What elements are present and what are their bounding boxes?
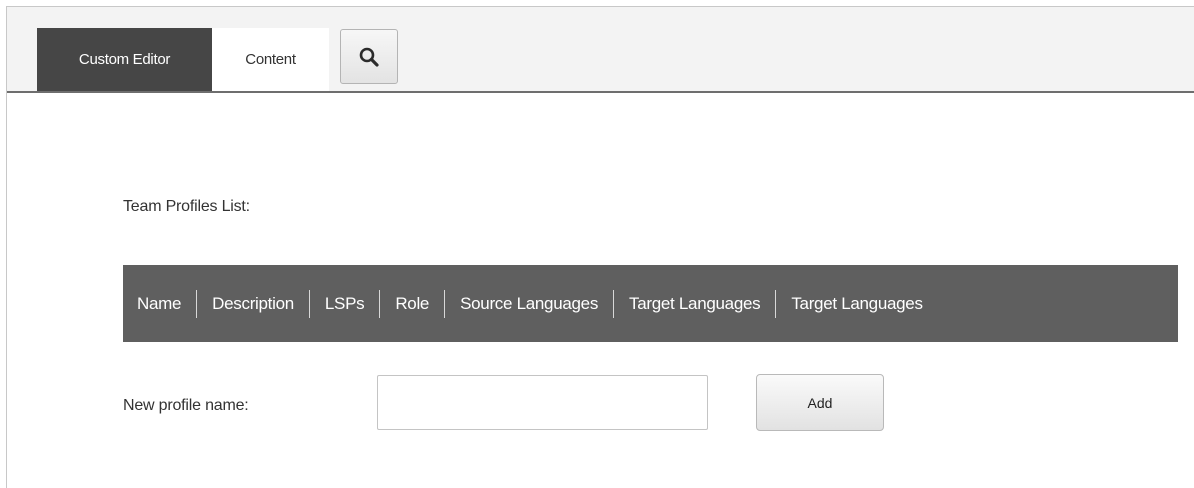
profiles-list-title: Team Profiles List: bbox=[123, 198, 250, 215]
column-header-lsps[interactable]: LSPs bbox=[325, 294, 365, 314]
add-profile-button[interactable]: Add bbox=[756, 374, 884, 431]
column-header-source-languages[interactable]: Source Languages bbox=[460, 294, 598, 314]
column-header-role[interactable]: Role bbox=[395, 294, 429, 314]
column-divider bbox=[308, 289, 310, 318]
tab-custom-editor[interactable]: Custom Editor bbox=[37, 28, 212, 91]
column-divider bbox=[613, 289, 615, 318]
tab-content[interactable]: Content bbox=[212, 28, 329, 91]
tab-custom-editor-label: Custom Editor bbox=[78, 51, 171, 68]
column-divider bbox=[379, 289, 381, 318]
search-button[interactable] bbox=[340, 29, 398, 84]
column-header-target-languages[interactable]: Target Languages bbox=[629, 294, 761, 314]
column-divider bbox=[196, 289, 198, 318]
column-header-name[interactable]: Name bbox=[137, 294, 181, 314]
new-profile-name-label: New profile name: bbox=[123, 397, 249, 414]
tab-bar: Custom Editor Content bbox=[7, 7, 1194, 93]
column-divider bbox=[775, 289, 777, 318]
main-panel: Custom Editor Content Team Profiles List… bbox=[6, 6, 1194, 488]
column-header-target-languages-2[interactable]: Target Languages bbox=[791, 294, 923, 314]
tab-content-label: Content bbox=[245, 51, 296, 68]
new-profile-name-input[interactable] bbox=[377, 375, 708, 430]
column-divider bbox=[444, 289, 446, 318]
column-header-description[interactable]: Description bbox=[212, 294, 294, 314]
search-icon bbox=[358, 46, 380, 68]
profiles-table-header: Name Description LSPs Role Source Langua… bbox=[123, 265, 1178, 342]
